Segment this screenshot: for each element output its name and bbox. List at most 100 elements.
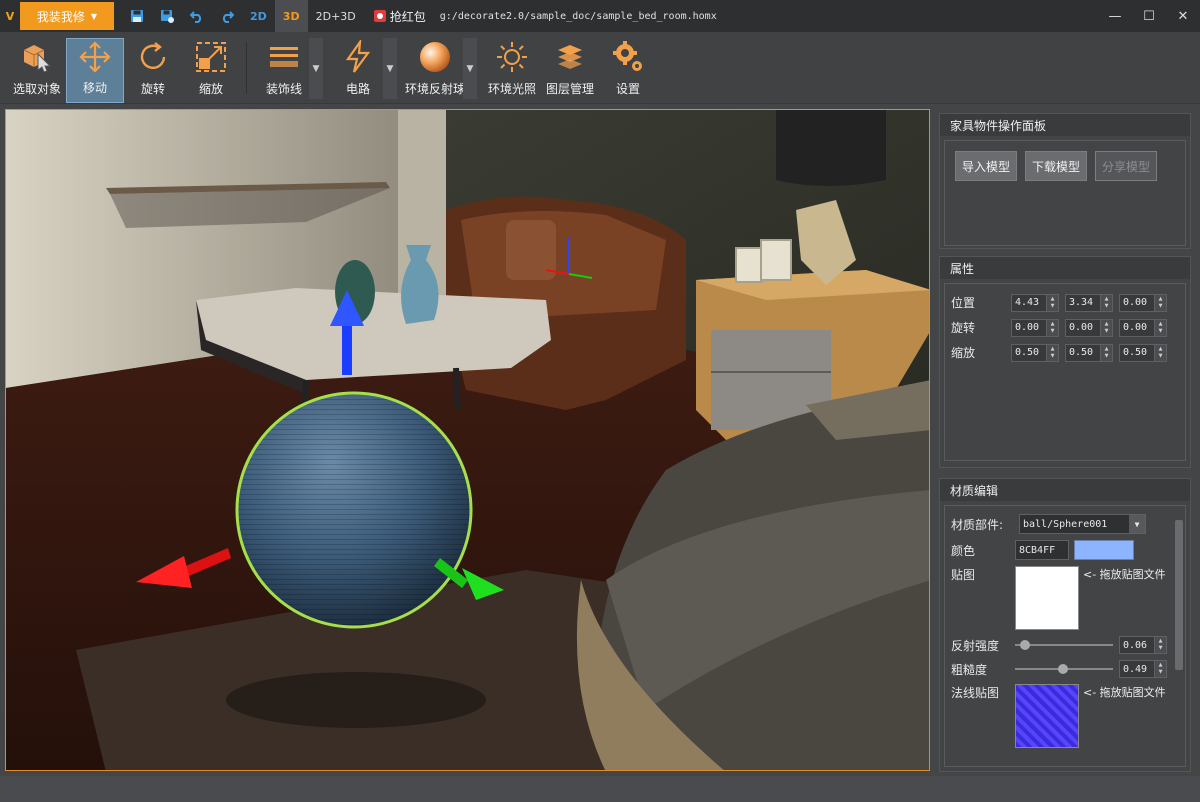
- normal-map-label: 法线贴图: [951, 686, 1000, 700]
- red-packet-icon: [373, 10, 386, 22]
- select-object-icon: [20, 38, 54, 76]
- select-tool[interactable]: 选取对象: [8, 38, 66, 103]
- scale-y-spinner[interactable]: 0.50 ▲ ▼: [1065, 343, 1113, 362]
- scale-tool-label: 缩放: [198, 82, 223, 96]
- env-sphere-tool[interactable]: 环境反射球: [403, 38, 467, 103]
- normal-map-drop-hint: <- 拖放贴图文件: [1083, 686, 1166, 699]
- trim-tool-label: 装饰线: [265, 82, 302, 96]
- properties-body: 位置 4.43 ▲ ▼ 3.34 ▲ ▼ 0.00 ▲ ▼ 旋转 0.00 ▲ ▼ 0.00 ▲ ▼…: [944, 283, 1186, 461]
- env-sphere-dropdown-icon[interactable]: ▼: [463, 38, 477, 99]
- color-hex-input[interactable]: 8CB4FF: [1015, 540, 1069, 560]
- layers-tool[interactable]: 图层管理: [541, 38, 599, 103]
- color-label: 颜色: [951, 543, 976, 558]
- position-z-spinner[interactable]: 0.00 ▲ ▼: [1119, 293, 1167, 312]
- spinner-arrows-icon[interactable]: ▲ ▼: [1100, 294, 1112, 311]
- position-x-spinner[interactable]: 4.43 ▲ ▼: [1011, 293, 1059, 312]
- reflection-spinner[interactable]: 0.06 ▲ ▼: [1119, 636, 1167, 654]
- settings-tool[interactable]: 设置: [599, 38, 657, 103]
- view-3d-button[interactable]: 3D: [274, 0, 308, 32]
- spinner-arrows-icon[interactable]: ▲ ▼: [1046, 344, 1058, 361]
- spinner-arrows-icon[interactable]: ▲ ▼: [1046, 319, 1058, 336]
- material-title: 材质编辑: [940, 479, 1190, 501]
- roughness-spinner[interactable]: 0.49 ▲ ▼: [1119, 660, 1167, 678]
- material-part-value: ball/Sphere001: [1023, 518, 1108, 530]
- save-icon[interactable]: [122, 0, 152, 32]
- rotate-tool-label: 旋转: [140, 82, 165, 96]
- download-model-button[interactable]: 下载模型: [1025, 151, 1088, 181]
- import-model-button[interactable]: 导入模型: [955, 151, 1018, 181]
- roughness-slider[interactable]: [1015, 662, 1113, 676]
- scale-row: 缩放 0.50 ▲ ▼ 0.50 ▲ ▼ 0.50 ▲ ▼: [949, 340, 1181, 365]
- redo-icon[interactable]: [212, 0, 242, 32]
- texture-drop-hint: <- 拖放贴图文件: [1083, 568, 1166, 581]
- scale-z-spinner[interactable]: 0.50 ▲ ▼: [1119, 343, 1167, 362]
- rotation-label: 旋转: [951, 321, 976, 335]
- properties-title: 属性: [940, 257, 1190, 279]
- circuit-tool[interactable]: 电路: [329, 38, 387, 103]
- circuit-dropdown-icon[interactable]: ▼: [383, 38, 397, 99]
- env-light-tool-label: 环境光照: [487, 82, 536, 96]
- color-row: 颜色 8CB4FF: [951, 540, 1179, 560]
- material-panel: 材质编辑 材质部件: ball/Sphere001 ▼ 颜色 8CB4FF 贴图…: [939, 478, 1191, 772]
- slider-handle[interactable]: [1020, 640, 1031, 650]
- main-menu-button[interactable]: 我装我修 ▼: [20, 2, 114, 30]
- spinner-arrows-icon[interactable]: ▲ ▼: [1154, 319, 1166, 336]
- scale-tool[interactable]: 缩放: [182, 38, 240, 103]
- 3d-viewport[interactable]: [5, 109, 930, 771]
- move-tool-label: 移动: [82, 81, 107, 95]
- title-bar: V 我装我修 ▼ 2D 3D 2D+3D 抢红包 g:/decorate2.0/…: [0, 0, 1200, 32]
- position-y-spinner[interactable]: 3.34 ▲ ▼: [1065, 293, 1113, 312]
- furniture-panel: 家具物件操作面板 导入模型 下载模型 分享模型: [939, 113, 1191, 249]
- roughness-row: 粗糙度 0.49 ▲ ▼: [951, 660, 1179, 678]
- move-tool[interactable]: 移动: [66, 38, 124, 103]
- spinner-arrows-icon[interactable]: ▲ ▼: [1100, 319, 1112, 336]
- material-body: 材质部件: ball/Sphere001 ▼ 颜色 8CB4FF 贴图 <- 拖…: [944, 505, 1186, 767]
- rotation-y-spinner[interactable]: 0.00 ▲ ▼: [1065, 318, 1113, 337]
- view-2d3d-button[interactable]: 2D+3D: [308, 0, 364, 32]
- move-arrows-icon: [78, 39, 112, 75]
- reflection-slider[interactable]: [1015, 638, 1113, 652]
- trim-tool[interactable]: 装饰线: [255, 38, 313, 103]
- material-scrollbar[interactable]: [1175, 520, 1183, 670]
- spinner-arrows-icon[interactable]: ▲ ▼: [1154, 661, 1166, 677]
- scale-x-spinner[interactable]: 0.50 ▲ ▼: [1011, 343, 1059, 362]
- texture-label: 贴图: [951, 568, 976, 582]
- scene-render: [6, 110, 929, 770]
- minimize-icon[interactable]: —: [1098, 1, 1132, 31]
- view-2d-button[interactable]: 2D: [242, 0, 275, 32]
- maximize-icon[interactable]: ☐: [1132, 1, 1166, 31]
- reflection-label: 反射强度: [951, 638, 1000, 653]
- rotation-z-spinner[interactable]: 0.00 ▲ ▼: [1119, 318, 1167, 337]
- reflection-row: 反射强度 0.06 ▲ ▼: [951, 636, 1179, 654]
- undo-icon[interactable]: [182, 0, 212, 32]
- slider-handle[interactable]: [1058, 664, 1069, 674]
- close-icon[interactable]: ✕: [1166, 1, 1200, 31]
- save-as-icon[interactable]: [152, 0, 182, 32]
- env-light-tool[interactable]: 环境光照: [483, 38, 541, 103]
- material-part-label: 材质部件:: [951, 517, 1004, 532]
- app-logo: V: [5, 9, 15, 23]
- spinner-arrows-icon[interactable]: ▲ ▼: [1154, 637, 1166, 653]
- color-swatch[interactable]: [1074, 540, 1134, 560]
- chevron-down-icon[interactable]: ▼: [1129, 515, 1145, 533]
- rotate-icon: [136, 38, 170, 76]
- red-packet-button[interactable]: 抢红包: [364, 8, 436, 25]
- trim-dropdown-icon[interactable]: ▼: [309, 38, 323, 99]
- texture-drop-area[interactable]: [1015, 566, 1079, 630]
- share-model-button[interactable]: 分享模型: [1095, 151, 1158, 181]
- furniture-panel-body: 导入模型 下载模型 分享模型: [944, 140, 1186, 246]
- circuit-tool-label: 电路: [345, 82, 370, 96]
- normal-map-drop-area[interactable]: [1015, 684, 1079, 748]
- spinner-arrows-icon[interactable]: ▲ ▼: [1100, 344, 1112, 361]
- rotate-tool[interactable]: 旋转: [124, 38, 182, 103]
- material-part-row: 材质部件: ball/Sphere001 ▼: [951, 514, 1179, 534]
- roughness-label: 粗糙度: [951, 662, 988, 677]
- spinner-arrows-icon[interactable]: ▲ ▼: [1046, 294, 1058, 311]
- properties-panel: 属性 位置 4.43 ▲ ▼ 3.34 ▲ ▼ 0.00 ▲ ▼ 旋转 0.00 ▲ ▼ 0.0…: [939, 256, 1191, 468]
- spinner-arrows-icon[interactable]: ▲ ▼: [1154, 294, 1166, 311]
- position-row: 位置 4.43 ▲ ▼ 3.34 ▲ ▼ 0.00 ▲ ▼: [949, 290, 1181, 315]
- spinner-arrows-icon[interactable]: ▲ ▼: [1154, 344, 1166, 361]
- rotation-x-spinner[interactable]: 0.00 ▲ ▼: [1011, 318, 1059, 337]
- material-part-select[interactable]: ball/Sphere001 ▼: [1019, 514, 1146, 534]
- furniture-panel-title: 家具物件操作面板: [940, 114, 1190, 136]
